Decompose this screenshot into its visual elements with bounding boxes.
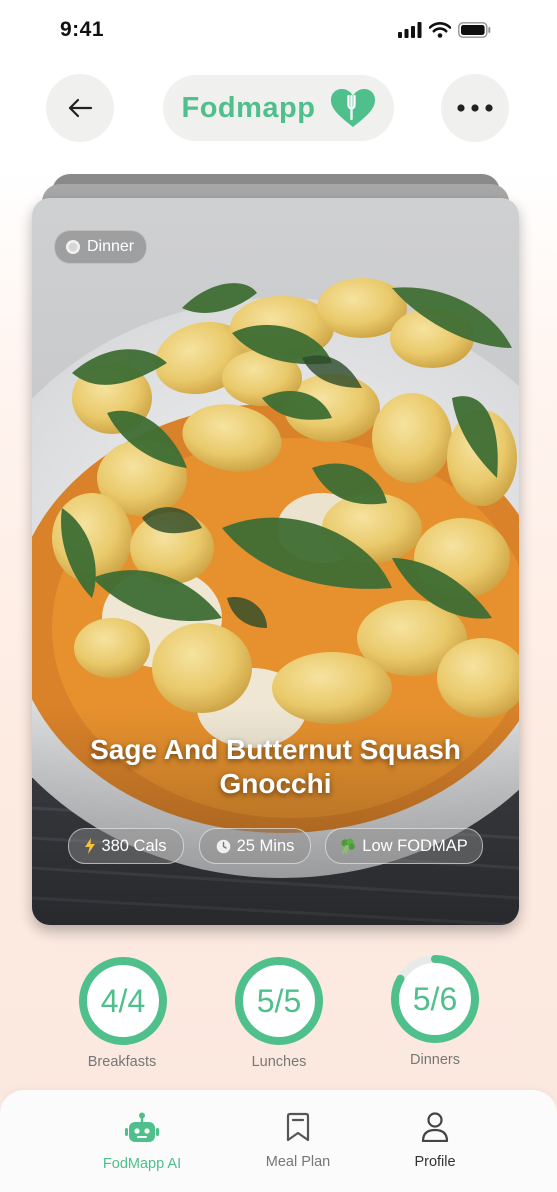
bottom-nav: FodMapp AI Meal Plan Profile [0,1090,557,1192]
progress-value: 5/6 [412,980,458,1017]
nav-item-profile[interactable]: Profile [370,1112,500,1170]
progress-ring-lunches: 5/5 [233,955,325,1047]
progress-ring-breakfasts: 4/4 [77,955,169,1047]
brand-name: Fodmapp [181,91,316,124]
progress-caption: Dinners [410,1052,460,1068]
calories-chip: 380 Cals [68,828,184,864]
recipe-title: Sage And Butternut Squash Gnocchi [32,733,519,801]
status-bar: 9:41 [0,0,557,60]
progress-value: 5/5 [256,982,302,1019]
diet-label: Low FODMAP [362,836,468,855]
recipe-title-line1: Sage And Butternut Squash [90,734,461,765]
calories-label: 380 Cals [101,836,167,855]
nav-item-fodmapp-ai[interactable]: FodMapp AI [77,1112,207,1172]
diet-chip: Low FODMAP [325,828,483,864]
nav-label: Profile [414,1154,456,1170]
more-button[interactable] [441,74,509,142]
user-icon [421,1112,449,1142]
progress-caption: Breakfasts [87,1054,157,1070]
time-chip: 25 Mins [199,828,311,864]
nav-item-meal-plan[interactable]: Meal Plan [233,1112,363,1170]
status-icons [398,22,491,38]
meal-type-badge: Dinner [54,230,148,264]
back-button[interactable] [46,74,114,142]
plate-icon [66,240,80,254]
robot-icon [125,1112,159,1142]
time-label: 25 Mins [236,836,295,855]
nav-label: FodMapp AI [102,1156,182,1172]
clock-icon [216,839,230,853]
recipe-image [32,198,519,925]
bookmark-icon [286,1112,310,1142]
progress-ring-dinners: 5/6 [389,953,481,1045]
signal-icon [398,22,422,38]
wifi-icon [429,22,451,38]
battery-icon [458,22,491,38]
recipe-card[interactable]: Dinner Sage And Butternut Squash Gnocchi… [32,198,519,925]
heart-fork-icon [330,89,375,127]
arrow-left-icon [68,98,93,118]
progress-caption: Lunches [251,1054,307,1070]
broccoli-icon [341,838,355,854]
recipe-title-line2: Gnocchi [219,768,332,799]
lightning-icon [85,838,96,854]
progress-value: 4/4 [100,982,146,1019]
brand-pill: Fodmapp [163,75,394,141]
status-time: 9:41 [60,18,105,41]
more-dots-icon [457,104,493,112]
nav-label: Meal Plan [265,1154,331,1170]
meal-type-label: Dinner [87,238,135,255]
